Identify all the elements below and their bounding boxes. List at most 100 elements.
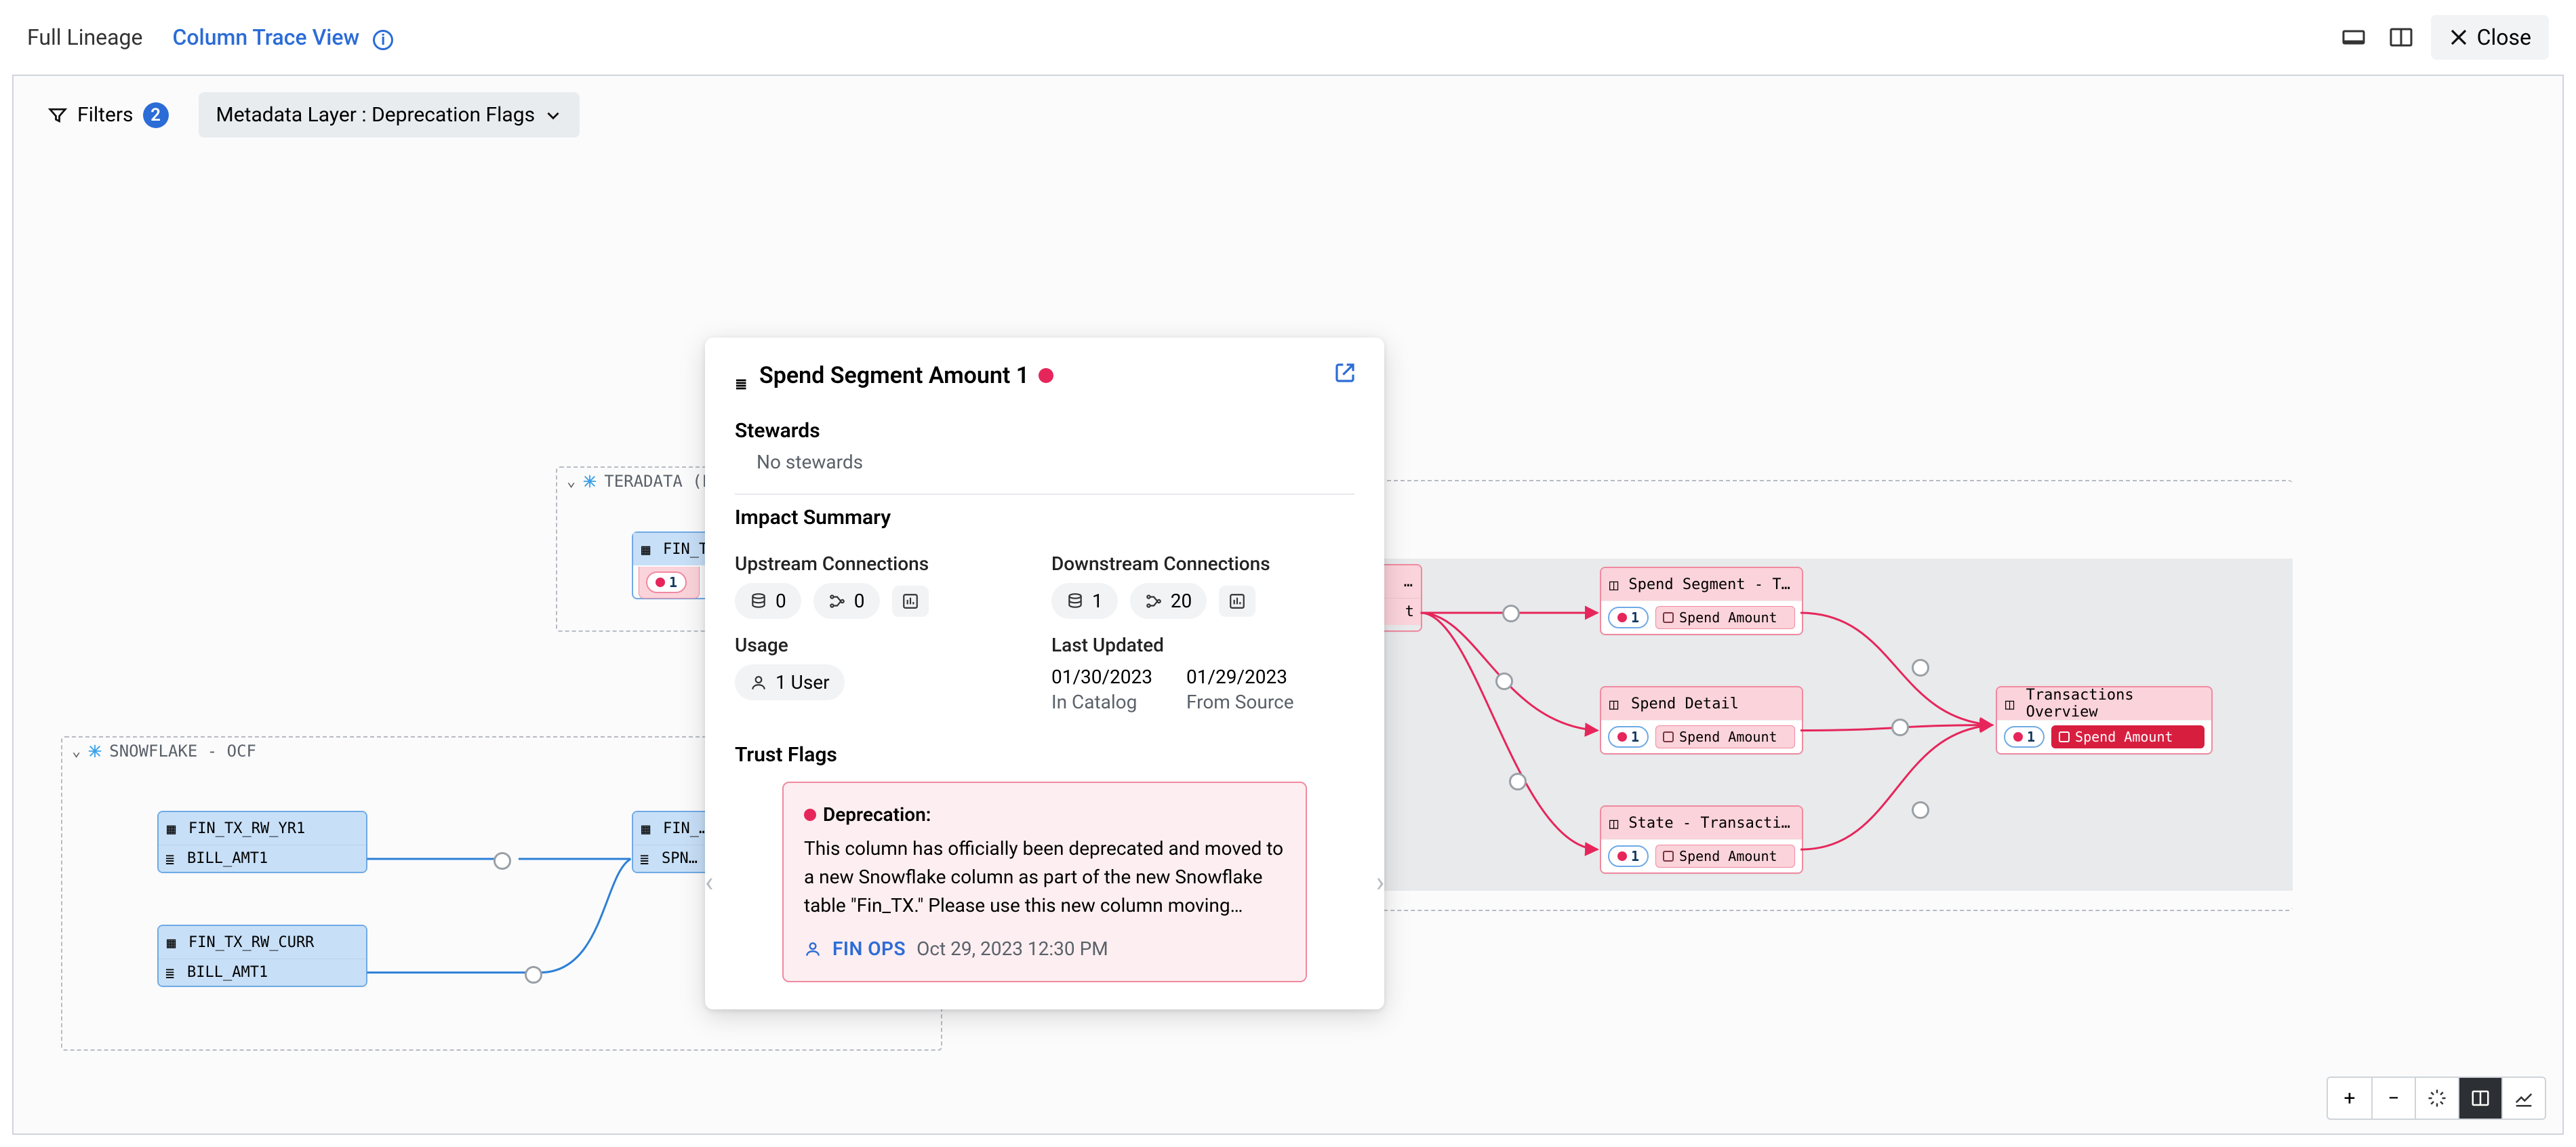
snowflake-icon [87, 744, 102, 759]
close-label: Close [2477, 24, 2531, 50]
node-fin-tx-rw-curr[interactable]: FIN_TX_RW_CURR BILL_AMT1 [157, 925, 367, 987]
trust-prev-button[interactable]: ‹ [691, 864, 727, 900]
trust-flag-date: Oct 29, 2023 12:30 PM [917, 935, 1108, 963]
column-chip-highlighted[interactable]: Spend Amount [2051, 725, 2205, 748]
date-source: 01/29/2023 [1186, 666, 1294, 688]
minimap-toggle-button[interactable] [2458, 1078, 2501, 1119]
deprecation-pill[interactable]: 1 [1608, 607, 1649, 628]
edge-label: t [1405, 603, 1414, 620]
close-icon [2449, 27, 2469, 47]
impact-summary: Upstream Connections 0 0 Usage [735, 538, 1354, 713]
upstream-flow-stat[interactable]: 0 [813, 583, 880, 619]
column-name: BILL_AMT1 [187, 850, 268, 867]
column-chip-label: Spend Amount [1679, 848, 1777, 864]
trust-next-button[interactable]: › [1363, 864, 1398, 900]
deprecation-pill[interactable]: 1 [1608, 726, 1649, 748]
trust-flag-title: Deprecation: [823, 801, 931, 829]
column-chip[interactable]: Spend Amount [1655, 725, 1795, 748]
zoom-out-button[interactable]: − [2371, 1078, 2415, 1119]
node-spend-detail[interactable]: Spend Detail 1 Spend Amount [1600, 686, 1803, 754]
user-icon [804, 940, 822, 958]
node-name: FIN_TX_RW_CURR [188, 934, 314, 951]
chevron-down-icon[interactable]: ⌄ [72, 743, 81, 760]
deprecation-dot-icon [1617, 613, 1627, 622]
open-external-icon[interactable] [1334, 362, 1356, 386]
impact-heading: Impact Summary [735, 506, 1354, 529]
deprecation-pill[interactable]: 1 [646, 571, 687, 593]
filter-icon [47, 105, 68, 125]
node-fin-tx-rw-yr1[interactable]: FIN_TX_RW_YR1 BILL_AMT1 [157, 811, 367, 873]
deprecation-dot-icon [804, 809, 816, 821]
lineage-canvas[interactable]: Filters 2 Metadata Layer : Deprecation F… [12, 75, 2564, 1135]
edge-handle[interactable] [494, 852, 511, 870]
node-header-text: State - Transaction... [1628, 815, 1794, 832]
layout-split-icon[interactable] [2383, 20, 2419, 55]
trend-button[interactable] [2501, 1078, 2545, 1119]
edge-handle[interactable] [1912, 801, 1929, 819]
column-chip-label: Spend Amount [2075, 729, 2173, 745]
column-chip-label: Spend Amount [1679, 729, 1777, 745]
edge-handle[interactable] [525, 966, 542, 984]
edge-handle[interactable] [1891, 719, 1909, 736]
deprecation-dot-icon [1039, 368, 1053, 383]
stat-value: 20 [1171, 590, 1192, 612]
field-icon [2059, 731, 2070, 742]
downstream-chart-stat[interactable] [1219, 586, 1255, 617]
stat-value: 0 [776, 590, 786, 612]
deprecation-pill[interactable]: 1 [1608, 845, 1649, 867]
chevron-down-icon[interactable]: ⌄ [567, 473, 576, 490]
usage-stat[interactable]: 1 User [735, 664, 845, 700]
deprecation-dot-icon [2013, 732, 2023, 742]
pill-count: 1 [1631, 609, 1639, 626]
fit-button[interactable] [2415, 1078, 2458, 1119]
upstream-chart-stat[interactable] [892, 586, 929, 617]
downstream-db-stat[interactable]: 1 [1051, 583, 1118, 619]
edge-handle[interactable] [1509, 773, 1527, 790]
tab-full-lineage[interactable]: Full Lineage [27, 24, 142, 50]
column-chip[interactable]: Spend Amount [1655, 845, 1795, 868]
user-icon [750, 674, 767, 691]
tab-column-trace[interactable]: Column Trace View i [172, 24, 393, 51]
popover-title-row: Spend Segment Amount 1 [735, 362, 1354, 389]
stewards-heading: Stewards [735, 419, 1354, 443]
database-icon [750, 592, 767, 610]
deprecation-dot-icon [1617, 851, 1627, 861]
bar-chart-icon [1228, 592, 1246, 610]
edge-handle[interactable] [1912, 659, 1929, 677]
last-updated-dates: 01/30/2023 In Catalog 01/29/2023 From So… [1051, 666, 1354, 713]
stat-value: 1 User [776, 671, 830, 693]
node-spend-segment[interactable]: Spend Segment - Tra... 1 Spend Amount [1600, 567, 1803, 635]
column-name: BILL_AMT1 [187, 964, 268, 981]
node-transactions-overview[interactable]: Transactions Overview 1 Spend Amount [1996, 686, 2213, 754]
popover-title: Spend Segment Amount 1 [759, 362, 1029, 389]
stat-value: 0 [854, 590, 865, 612]
dashboard-icon [1609, 816, 1622, 830]
deprecation-dot-icon [656, 578, 665, 587]
zoom-in-button[interactable]: + [2328, 1078, 2371, 1119]
edge-handle[interactable] [1502, 605, 1520, 622]
info-icon[interactable]: i [373, 30, 393, 50]
metadata-layer-chip[interactable]: Metadata Layer : Deprecation Flags [199, 92, 580, 138]
field-icon [1663, 612, 1674, 623]
pill-count: 1 [1631, 729, 1639, 745]
layout-horizontal-icon[interactable] [2336, 20, 2371, 55]
top-bar: Full Lineage Column Trace View i Close [0, 0, 2576, 75]
deprecation-pill[interactable]: 1 [2004, 726, 2045, 748]
trust-flag-author[interactable]: FIN OPS [832, 935, 906, 963]
downstream-flow-stat[interactable]: 20 [1130, 583, 1207, 619]
table-icon [641, 542, 656, 557]
deprecation-pill-count: 1 [669, 574, 677, 590]
node-state-transaction[interactable]: State - Transaction... 1 Spend Amount [1600, 805, 1803, 874]
zoom-controls: + − [2327, 1076, 2546, 1120]
date-source-sub: From Source [1186, 691, 1294, 713]
node-header-text: Transactions Overview [2026, 687, 2203, 721]
dataflow-icon [1145, 592, 1163, 610]
column-icon [165, 851, 180, 866]
upstream-db-stat[interactable]: 0 [735, 583, 801, 619]
date-catalog: 01/30/2023 [1051, 666, 1152, 688]
close-button[interactable]: Close [2431, 15, 2549, 60]
table-icon [167, 821, 182, 836]
column-chip[interactable]: Spend Amount [1655, 606, 1795, 629]
edge-handle[interactable] [1495, 672, 1513, 690]
filters-button[interactable]: Filters 2 [33, 93, 184, 138]
